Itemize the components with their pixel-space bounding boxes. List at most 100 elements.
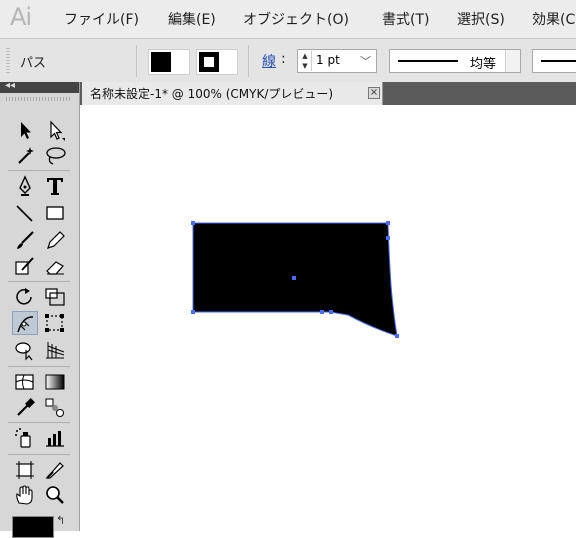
eyedropper-tool[interactable] [12, 395, 38, 419]
symbol-sprayer-tool[interactable] [12, 426, 38, 450]
width-tool-icon [17, 316, 34, 333]
type-tool[interactable] [42, 174, 68, 198]
blend-icon [45, 398, 64, 417]
paintbrush-icon [17, 231, 34, 249]
scale-tool[interactable] [42, 285, 68, 309]
document-tab-title[interactable]: 名称未設定-1* @ 100% (CMYK/プレビュー) [90, 85, 333, 102]
lasso-tool[interactable] [42, 143, 68, 167]
line-segment-icon [16, 205, 33, 222]
column-graph-tool[interactable] [42, 426, 68, 450]
swap-fill-stroke-icon[interactable]: ↰ [56, 514, 65, 527]
menu-object[interactable]: オブジェクト(O) [243, 9, 349, 29]
tools-panel-grip[interactable] [6, 97, 72, 101]
panel-grip[interactable] [6, 48, 10, 74]
document-tab-strip: 名称未設定-1* @ 100% (CMYK/プレビュー) × [80, 82, 576, 105]
menu-effect[interactable]: 効果(C) [532, 9, 576, 29]
pencil-tool[interactable] [42, 228, 68, 252]
stroke-link[interactable]: 線 [262, 51, 276, 71]
direct-selection-tool[interactable] [42, 118, 68, 142]
mesh-tool[interactable] [12, 370, 38, 394]
artboard-icon [16, 461, 34, 479]
zoom-magnifier-icon [46, 486, 64, 504]
shape-builder-tool[interactable] [12, 338, 38, 362]
anchor-point[interactable] [386, 221, 390, 225]
close-icon[interactable]: × [368, 87, 380, 99]
direct-selection-arrow-icon [50, 120, 65, 141]
divider [248, 45, 249, 77]
collapse-icon[interactable]: ◂◂ [5, 80, 15, 91]
gradient-icon [45, 374, 65, 390]
slice-knife-icon [45, 462, 64, 479]
anchor-point[interactable] [386, 236, 390, 240]
anchor-point[interactable] [320, 310, 324, 314]
tools-panel-header: ◂◂ [0, 80, 79, 93]
anchor-point[interactable] [191, 221, 195, 225]
anchor-point[interactable] [191, 310, 195, 314]
magic-wand-icon [18, 147, 34, 164]
blob-brush-tool[interactable] [12, 254, 38, 278]
blob-brush-icon [15, 257, 34, 275]
profile-preview-line [398, 60, 458, 62]
profile-dropdown-button[interactable] [505, 50, 520, 72]
selection-tool[interactable] [12, 118, 38, 142]
stroke-weight-field[interactable]: ▲ ▼ 1 pt ﹀ [297, 49, 377, 73]
magic-wand-tool[interactable] [12, 143, 38, 167]
eyedropper-icon [17, 398, 35, 416]
fill-swatch[interactable] [148, 49, 190, 75]
hand-icon [16, 485, 33, 505]
profile-label: 均等 [470, 57, 497, 72]
line-segment-tool[interactable] [12, 201, 38, 225]
pen-nib-icon [19, 175, 31, 196]
eraser-tool[interactable] [42, 254, 68, 278]
menu-select[interactable]: 選択(S) [457, 9, 505, 29]
rotate-tool[interactable] [12, 285, 38, 309]
menu-type[interactable]: 書式(T) [382, 9, 429, 29]
artwork [191, 221, 399, 338]
eraser-icon [46, 261, 64, 275]
lasso-icon [46, 147, 66, 165]
divider [136, 45, 137, 77]
blend-tool[interactable] [42, 395, 68, 419]
brush-definition[interactable] [532, 49, 576, 73]
rotate-icon [16, 288, 32, 305]
stroke-weight-stepper[interactable]: ▲ ▼ [299, 51, 312, 71]
rectangle-tool[interactable] [42, 201, 68, 225]
tool-divider [8, 366, 70, 367]
artboard-tool[interactable] [12, 458, 38, 482]
slice-tool[interactable] [42, 458, 68, 482]
control-bar: パス 線 : ▲ ▼ 1 pt ﹀ 均等 [0, 38, 576, 84]
anchor-point[interactable] [395, 334, 399, 338]
paintbrush-tool[interactable] [12, 228, 38, 252]
anchor-point[interactable] [329, 310, 333, 314]
free-transform-tool[interactable] [42, 311, 68, 335]
perspective-grid-tool[interactable] [42, 338, 68, 362]
stroke-swatch[interactable] [196, 49, 238, 75]
menu-edit[interactable]: 編集(E) [168, 9, 216, 29]
menu-file[interactable]: ファイル(F) [64, 9, 139, 29]
fill-color-box[interactable] [12, 516, 54, 538]
variable-width-profile[interactable]: 均等 [389, 49, 521, 73]
free-transform-icon [45, 314, 64, 332]
tool-divider [8, 170, 70, 171]
type-t-icon [47, 178, 63, 195]
chevron-down-icon[interactable]: ﹀ [360, 53, 371, 69]
width-tool[interactable] [12, 311, 38, 335]
center-point[interactable] [292, 276, 296, 280]
zoom-tool[interactable] [42, 483, 68, 507]
hand-tool[interactable] [12, 483, 38, 507]
brush-preview-line [541, 60, 576, 62]
mesh-icon [15, 374, 34, 390]
gradient-tool[interactable] [42, 370, 68, 394]
pencil-icon [47, 231, 65, 249]
document-tab[interactable]: 名称未設定-1* @ 100% (CMYK/プレビュー) × [82, 82, 383, 105]
tool-divider [8, 281, 70, 282]
pen-tool[interactable] [12, 174, 38, 198]
tool-divider [8, 422, 70, 423]
selection-type-label: パス [20, 56, 47, 71]
menu-bar: Ai ファイル(F) 編集(E) オブジェクト(O) 書式(T) 選択(S) 効… [0, 0, 576, 38]
artboard-canvas[interactable] [80, 105, 576, 531]
tools-panel: ◂◂ ↰ [0, 80, 80, 538]
stroke-weight-value[interactable]: 1 pt [316, 53, 340, 67]
scale-icon [45, 288, 65, 306]
symbol-sprayer-icon [15, 428, 31, 448]
